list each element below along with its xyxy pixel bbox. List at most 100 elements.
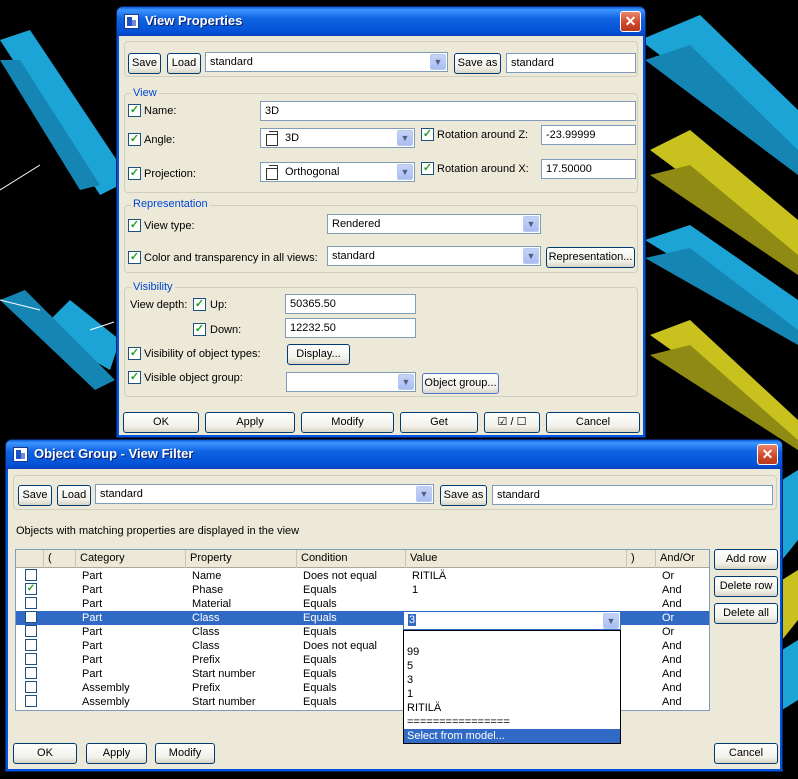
chevron-down-icon[interactable]: ▼ [603, 613, 619, 629]
table-cell-property[interactable]: Material [190, 597, 297, 611]
row-checkbox[interactable] [25, 597, 37, 609]
up-checkbox[interactable]: ✓ [193, 298, 206, 311]
load-button[interactable]: Load [167, 53, 201, 74]
apply-button[interactable]: Apply [205, 412, 295, 433]
projection-checkbox[interactable]: ✓ [128, 167, 141, 180]
table-cell-andor[interactable]: And [660, 681, 709, 695]
view-depth-down-field[interactable]: 12232.50 [285, 318, 416, 338]
table-cell-condition[interactable]: Does not equal [301, 569, 406, 583]
column-header[interactable]: ) [627, 550, 656, 568]
get-button[interactable]: Get [400, 412, 478, 433]
table-cell-condition[interactable]: Does not equal [301, 639, 406, 653]
table-cell-property[interactable]: Prefix [190, 681, 297, 695]
row-checkbox[interactable] [25, 611, 37, 623]
table-cell-condition[interactable]: Equals [301, 597, 406, 611]
rotation-z-checkbox[interactable]: ✓ [421, 128, 434, 141]
table-cell-andor[interactable]: Or [660, 611, 709, 625]
toggle-all-checkboxes-button[interactable]: ☑ / ☐ [484, 412, 540, 433]
table-cell-condition[interactable]: Equals [301, 625, 406, 639]
chevron-down-icon[interactable]: ▼ [416, 486, 432, 502]
row-checkbox[interactable] [25, 653, 37, 665]
table-cell-category[interactable]: Part [80, 667, 186, 681]
column-header[interactable]: Category [76, 550, 186, 568]
save-button[interactable]: Save [18, 485, 52, 506]
table-cell-property[interactable]: Name [190, 569, 297, 583]
table-cell-category[interactable]: Part [80, 653, 186, 667]
row-checkbox[interactable]: ✓ [25, 583, 37, 595]
table-row[interactable]: ✓ Part Phase Equals 1 And [16, 583, 709, 597]
chevron-down-icon[interactable]: ▼ [397, 164, 413, 180]
add-row-button[interactable]: Add row [714, 549, 778, 570]
dropdown-option[interactable]: RITILÄ [404, 701, 620, 715]
row-checkbox[interactable] [25, 681, 37, 693]
delete-row-button[interactable]: Delete row [714, 576, 778, 597]
dropdown-option[interactable]: 5 [404, 659, 620, 673]
row-checkbox[interactable] [25, 625, 37, 637]
angle-checkbox[interactable]: ✓ [128, 133, 141, 146]
view-depth-up-field[interactable]: 50365.50 [285, 294, 416, 314]
object-group-titlebar[interactable]: Object Group - View Filter ✕ [6, 440, 782, 469]
chevron-down-icon[interactable]: ▼ [397, 130, 413, 146]
table-cell-andor[interactable]: And [660, 583, 709, 597]
object-group-checkbox[interactable]: ✓ [128, 371, 141, 384]
object-types-checkbox[interactable]: ✓ [128, 347, 141, 360]
angle-select[interactable]: 3D ▼ [260, 128, 415, 148]
table-cell-property[interactable]: Prefix [190, 653, 297, 667]
table-cell-property[interactable]: Phase [190, 583, 297, 597]
display-button[interactable]: Display... [287, 344, 350, 365]
table-cell-andor[interactable]: And [660, 597, 709, 611]
ok-button[interactable]: OK [123, 412, 199, 433]
table-cell-category[interactable]: Part [80, 569, 186, 583]
dropdown-option[interactable]: ================ [404, 715, 620, 729]
color-transparency-checkbox[interactable]: ✓ [128, 251, 141, 264]
row-checkbox[interactable] [25, 667, 37, 679]
column-header[interactable]: And/Or [656, 550, 709, 568]
dropdown-option[interactable]: 1 [404, 687, 620, 701]
table-cell-condition[interactable]: Equals [301, 611, 406, 625]
column-header[interactable]: Value [406, 550, 627, 568]
chevron-down-icon[interactable]: ▼ [398, 374, 414, 390]
save-as-name-field[interactable]: standard [492, 485, 773, 505]
rotation-z-field[interactable]: -23.99999 [541, 125, 636, 145]
close-icon[interactable]: ✕ [620, 11, 641, 32]
chevron-down-icon[interactable]: ▼ [523, 216, 539, 232]
save-button[interactable]: Save [128, 53, 161, 74]
save-as-button[interactable]: Save as [454, 53, 501, 74]
cancel-button[interactable]: Cancel [546, 412, 640, 433]
load-button[interactable]: Load [57, 485, 91, 506]
table-cell-condition[interactable]: Equals [301, 653, 406, 667]
name-checkbox[interactable]: ✓ [128, 104, 141, 117]
view-type-checkbox[interactable]: ✓ [128, 219, 141, 232]
cancel-button[interactable]: Cancel [714, 743, 778, 764]
preset-select[interactable]: standard ▼ [95, 484, 434, 504]
color-transparency-select[interactable]: standard ▼ [327, 246, 541, 266]
column-header[interactable]: ( [44, 550, 76, 568]
modify-button[interactable]: Modify [301, 412, 394, 433]
table-row[interactable]: Part Name Does not equal RITILÄ Or [16, 569, 709, 583]
apply-button[interactable]: Apply [86, 743, 147, 764]
table-cell-value[interactable]: RITILÄ [410, 569, 627, 583]
table-cell-property[interactable]: Start number [190, 695, 297, 709]
table-row[interactable]: Part Material Equals And [16, 597, 709, 611]
representation-button[interactable]: Representation... [546, 247, 635, 268]
view-properties-titlebar[interactable]: View Properties ✕ [117, 7, 645, 36]
rotation-x-checkbox[interactable]: ✓ [421, 162, 434, 175]
down-checkbox[interactable]: ✓ [193, 323, 206, 336]
row-checkbox[interactable] [25, 695, 37, 707]
object-group-select[interactable]: ▼ [286, 372, 416, 392]
table-cell-condition[interactable]: Equals [301, 695, 406, 709]
column-header[interactable]: Condition [297, 550, 406, 568]
table-cell-condition[interactable]: Equals [301, 681, 406, 695]
dropdown-option[interactable]: Select from model... [404, 729, 620, 743]
table-cell-andor[interactable]: Or [660, 569, 709, 583]
table-cell-andor[interactable]: And [660, 639, 709, 653]
table-cell-condition[interactable]: Equals [301, 583, 406, 597]
table-cell-andor[interactable]: And [660, 653, 709, 667]
dropdown-option[interactable]: 3 [404, 673, 620, 687]
rotation-x-field[interactable]: 17.50000 [541, 159, 636, 179]
delete-all-button[interactable]: Delete all [714, 603, 778, 624]
table-cell-andor[interactable]: And [660, 695, 709, 709]
chevron-down-icon[interactable]: ▼ [523, 248, 539, 264]
table-cell-category[interactable]: Assembly [80, 695, 186, 709]
row-checkbox[interactable] [25, 569, 37, 581]
